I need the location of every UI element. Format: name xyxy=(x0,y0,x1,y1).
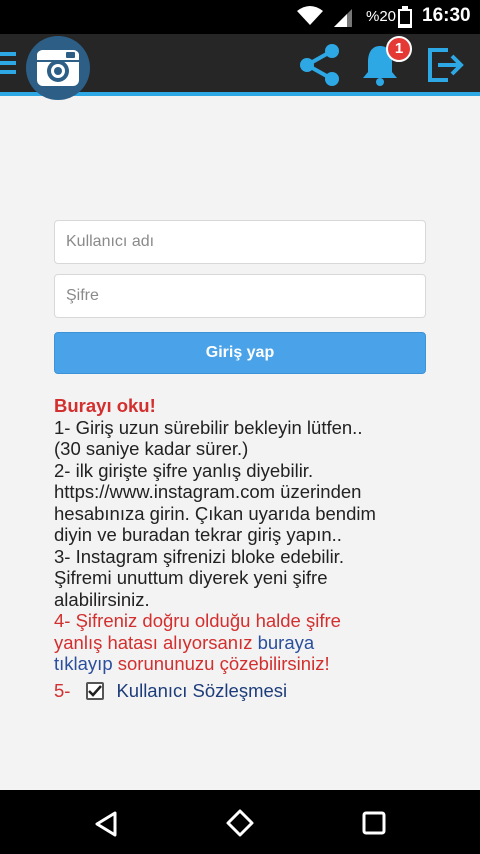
help-link-continued[interactable]: tıklayıp xyxy=(54,653,113,674)
status-time: 16:30 xyxy=(422,5,471,26)
navigation-bar xyxy=(0,790,480,854)
logout-icon[interactable] xyxy=(426,46,466,89)
agreement-row: 5- Kullanıcı Sözleşmesi xyxy=(54,680,287,702)
agreement-label[interactable]: Kullanıcı Sözleşmesi xyxy=(116,680,287,702)
notice-line: Şifremi unuttum diyerek yeni şifre xyxy=(54,567,328,588)
agreement-number: 5- xyxy=(54,680,71,701)
notice-line: (30 saniye kadar sürer.) xyxy=(54,438,249,459)
battery-percent: %20 xyxy=(366,8,397,25)
recent-apps-icon[interactable] xyxy=(362,811,386,840)
notice-warning-text: yanlış hatası alıyorsanız xyxy=(54,631,253,653)
wifi-icon xyxy=(296,5,324,32)
check-icon xyxy=(88,685,103,697)
notification-badge: 1 xyxy=(386,36,412,62)
notice-warning-line: 4- Şifreniz doğru olduğu halde şifre xyxy=(54,610,341,631)
back-icon[interactable] xyxy=(93,810,119,843)
notice-line: 2- ilk girişte şifre yanlış diyebilir. xyxy=(54,459,314,481)
notice-line: https://www.instagram.com üzerinden xyxy=(54,481,362,502)
notice-line: 3- Instagram şifrenizi bloke edebilir. xyxy=(54,545,344,567)
password-input[interactable] xyxy=(54,274,426,318)
share-icon[interactable] xyxy=(296,42,342,93)
agreement-checkbox[interactable] xyxy=(86,682,105,700)
help-link[interactable]: buraya xyxy=(258,632,315,653)
notice-text: Burayı oku! 1- Giriş uzun sürebilir bekl… xyxy=(54,395,434,675)
notice-line: diyin ve buradan tekrar giriş yapın.. xyxy=(54,524,342,545)
home-icon[interactable] xyxy=(225,808,255,843)
notice-line: 1- Giriş uzun sürebilir bekleyin lütfen.… xyxy=(54,416,363,438)
notice-line: hesabınıza girin. Çıkan uyarıda bendim xyxy=(54,502,376,524)
menu-icon[interactable] xyxy=(0,50,18,81)
notice-warning-text: sorununuzu çözebilirsiniz! xyxy=(117,653,330,674)
notice-line: alabilirsiniz. xyxy=(54,588,150,610)
signal-icon xyxy=(332,7,354,32)
login-button[interactable]: Giriş yap xyxy=(54,332,426,374)
instagram-logo-icon xyxy=(26,36,90,100)
username-input[interactable] xyxy=(54,220,426,264)
notice-heading: Burayı oku! xyxy=(54,395,156,416)
status-bar: %20 16:30 xyxy=(0,0,480,34)
battery-icon xyxy=(398,6,412,33)
app-bar: 1 xyxy=(0,34,480,100)
